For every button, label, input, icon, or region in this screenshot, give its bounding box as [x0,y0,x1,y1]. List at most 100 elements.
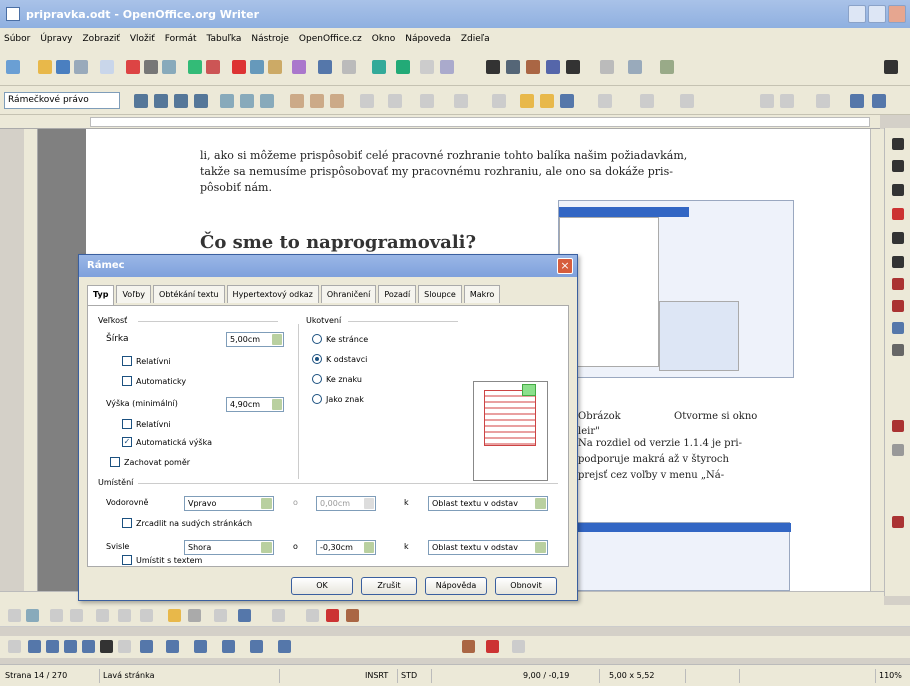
basic-shapes-icon[interactable] [140,640,153,653]
help-icon[interactable] [628,60,642,74]
anchor-page-radio[interactable] [312,334,322,344]
callout-icon[interactable] [118,640,131,653]
anchor-paragraph-radio[interactable] [312,354,322,364]
frame-properties-2-icon[interactable] [760,94,774,108]
horizontal-ruler[interactable] [0,115,880,129]
relative-width-checkbox[interactable] [122,356,132,366]
frame-bring-icon[interactable] [326,609,339,622]
sidebar-tool3-icon[interactable] [892,516,904,528]
gallery-draw-icon[interactable] [486,640,499,653]
copy-icon[interactable] [250,60,264,74]
redo-icon[interactable] [342,60,356,74]
frame-properties-icon[interactable] [520,94,534,108]
menu-help[interactable]: Nápoveda [405,34,451,44]
vertical-offset-spinner[interactable]: -0,30cm [316,540,376,555]
bold-icon[interactable] [174,94,188,108]
block-arrows-icon[interactable] [194,640,207,653]
print-icon[interactable] [144,60,158,74]
tab-wrap[interactable]: Obtékání textu [153,285,225,303]
tab-borders[interactable]: Ohraničení [320,285,377,303]
menu-file[interactable]: Súbor [4,34,30,44]
menu-share[interactable]: Zdieľa [461,34,490,44]
line-style-icon[interactable] [388,94,402,108]
export-pdf-icon[interactable] [126,60,140,74]
sidebar-tool2-icon[interactable] [892,444,904,456]
navigator-icon[interactable] [440,60,454,74]
sidebar-font-icon[interactable] [892,184,904,196]
rectangle-icon[interactable] [46,640,59,653]
page-preview-icon[interactable] [162,60,176,74]
frame-macro-icon[interactable] [780,94,794,108]
frame-arrange-icon[interactable] [306,609,319,622]
align-left-icon[interactable] [220,94,234,108]
cut-icon[interactable] [232,60,246,74]
anchor-icon[interactable] [492,94,506,108]
frame-wrap-icon[interactable] [680,94,694,108]
zoom-icon[interactable] [600,60,614,74]
relative-height-checkbox[interactable] [122,419,132,429]
gallery-icon[interactable] [506,60,520,74]
status-zoom[interactable]: 110% [876,669,910,683]
frame-border-icon[interactable] [188,609,201,622]
menu-table[interactable]: Tabuľka [207,34,242,44]
sidebar-quote-icon[interactable] [892,138,904,150]
cancel-button[interactable]: Zrušit [361,577,417,595]
menu-openoffice-cz[interactable]: OpenOffice.cz [299,34,362,44]
status-selection-mode[interactable]: STD [398,669,432,683]
tab-macro[interactable]: Makro [463,285,501,303]
extra-tool-icon[interactable] [660,60,674,74]
paste-icon[interactable] [268,60,282,74]
arrow-right-icon[interactable] [850,94,864,108]
ellipse-icon[interactable] [64,640,77,653]
status-page-style[interactable]: Lavá stránka [100,669,280,683]
wrap-off-icon[interactable] [290,94,304,108]
embedded-screenshot-frame-2[interactable] [564,522,791,591]
menu-edit[interactable]: Úpravy [40,34,72,44]
table-icon[interactable] [396,60,410,74]
status-page[interactable]: Strana 14 / 270 [2,669,100,683]
text-icon[interactable] [100,640,113,653]
email-icon[interactable] [74,60,88,74]
line-icon[interactable] [28,640,41,653]
anchor-character-radio[interactable] [312,374,322,384]
wrap-optimal-icon[interactable] [330,94,344,108]
new-document-icon[interactable] [6,60,20,74]
open-icon[interactable] [38,60,52,74]
paragraph-style-field[interactable]: Rámečkové právo [4,92,120,109]
vertical-dropdown[interactable]: Shora [184,540,274,555]
edit-file-icon[interactable] [100,60,114,74]
mirror-checkbox[interactable] [122,518,132,528]
horizontal-offset-spinner[interactable]: 0,00cm [316,496,376,511]
symbol-shapes-icon[interactable] [166,640,179,653]
tab-columns[interactable]: Sloupce [418,285,462,303]
horizontal-dropdown[interactable]: Vpravo [184,496,274,511]
frame-wrap-e-icon[interactable] [140,609,153,622]
border-color-icon[interactable] [420,94,434,108]
callouts-icon[interactable] [250,640,263,653]
horizontal-reference-dropdown[interactable]: Oblast textu v odstav [428,496,548,511]
tab-hyperlink[interactable]: Hypertextový odkaz [226,285,319,303]
sidebar-tool-icon[interactable] [892,420,904,432]
frame-icon[interactable] [26,609,39,622]
frame-wrap-c-icon[interactable] [96,609,109,622]
menu-view[interactable]: Zobraziť [83,34,120,44]
pilcrow-icon[interactable] [566,60,580,74]
help-button[interactable]: Nápověda [425,577,487,595]
show-draw-functions-icon[interactable] [420,60,434,74]
flowchart-icon[interactable] [222,640,235,653]
anchor-change-icon[interactable] [560,94,574,108]
extrusion-icon[interactable] [512,640,525,653]
menu-tools[interactable]: Nástroje [251,34,289,44]
nonprinting-characters-icon[interactable] [546,60,560,74]
sidebar-italic-icon[interactable] [892,256,904,268]
sidebar-highlight-icon[interactable] [892,300,904,312]
link-frames-icon[interactable] [598,94,612,108]
undo-icon[interactable] [318,60,332,74]
hyperlink-icon[interactable] [372,60,386,74]
frame-align-icon[interactable] [816,94,830,108]
vertical-ruler[interactable] [24,129,38,591]
frame-wrap-b-icon[interactable] [70,609,83,622]
autocheck-icon[interactable] [206,60,220,74]
height-spinner[interactable]: 4,90cm [226,397,284,412]
anchor-as-char-radio[interactable] [312,394,322,404]
